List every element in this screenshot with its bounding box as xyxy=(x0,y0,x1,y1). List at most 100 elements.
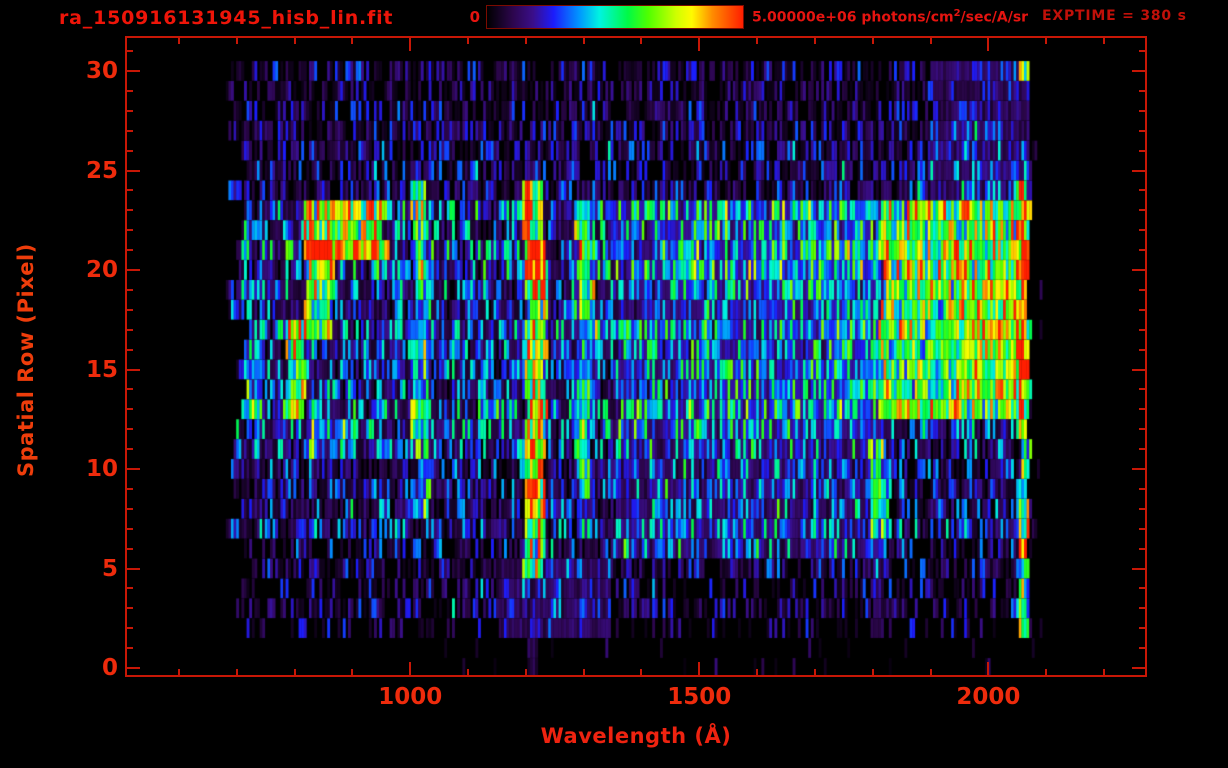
left-axis-tick xyxy=(127,468,140,470)
right-axis-tick xyxy=(1139,627,1145,629)
bottom-axis-tick xyxy=(583,669,585,675)
bottom-axis-tick xyxy=(351,669,353,675)
top-axis-tick xyxy=(351,38,353,44)
y-tick-label: 10 xyxy=(0,456,118,482)
bottom-axis-tick xyxy=(236,669,238,675)
left-axis-tick xyxy=(127,50,133,52)
colorbar-units-prefix: photons/cm xyxy=(861,10,953,26)
y-tick-label: 20 xyxy=(0,257,118,283)
right-axis-tick xyxy=(1132,269,1145,271)
bottom-axis-tick xyxy=(1045,669,1047,675)
top-axis-tick xyxy=(525,38,527,44)
colorbar-max-label: 5.00000e+06 photons/cm2/sec/A/sr xyxy=(752,8,1028,26)
colorbar-units-superscript: 2 xyxy=(954,8,961,19)
right-axis-tick xyxy=(1139,110,1145,112)
right-axis-tick xyxy=(1139,607,1145,609)
bottom-axis-tick xyxy=(409,662,411,675)
y-tick-label: 30 xyxy=(0,58,118,84)
left-axis-tick xyxy=(127,229,133,231)
left-axis-tick xyxy=(127,568,140,570)
right-axis-tick xyxy=(1139,329,1145,331)
x-tick-label: 1500 xyxy=(649,684,749,710)
right-axis-tick xyxy=(1139,249,1145,251)
top-axis-tick xyxy=(1045,38,1047,44)
right-axis-tick xyxy=(1139,50,1145,52)
left-axis-tick xyxy=(127,130,133,132)
spectrogram-heatmap xyxy=(127,38,1145,675)
right-axis-tick xyxy=(1139,428,1145,430)
right-axis-tick xyxy=(1139,488,1145,490)
left-axis-tick xyxy=(127,488,133,490)
left-axis-tick xyxy=(127,408,133,410)
top-axis-tick xyxy=(987,38,989,51)
right-axis-tick xyxy=(1139,647,1145,649)
bottom-axis-tick xyxy=(814,669,816,675)
left-axis-tick xyxy=(127,189,133,191)
left-axis-tick xyxy=(127,249,133,251)
right-axis-tick xyxy=(1139,587,1145,589)
right-axis-tick xyxy=(1139,349,1145,351)
bottom-axis-tick xyxy=(640,669,642,675)
right-axis-tick xyxy=(1139,528,1145,530)
bottom-axis-tick xyxy=(987,662,989,675)
top-axis-tick xyxy=(814,38,816,44)
top-axis-tick xyxy=(698,38,700,51)
top-axis-tick xyxy=(178,38,180,44)
left-axis-tick xyxy=(127,170,140,172)
left-axis-tick xyxy=(127,548,133,550)
bottom-axis-tick xyxy=(930,669,932,675)
y-tick-label: 0 xyxy=(0,655,118,681)
x-tick-label: 1000 xyxy=(360,684,460,710)
top-axis-tick xyxy=(583,38,585,44)
spectrogram-viewer-window: ra_150916131945_hisb_lin.fit 0 5.00000e+… xyxy=(0,0,1228,768)
left-axis-tick xyxy=(127,508,133,510)
left-axis-tick xyxy=(127,528,133,530)
right-axis-tick xyxy=(1139,150,1145,152)
right-axis-tick xyxy=(1139,90,1145,92)
colorbar-min-label: 0 xyxy=(455,8,480,26)
bottom-axis-tick xyxy=(467,669,469,675)
bottom-axis-tick xyxy=(525,669,527,675)
right-axis-tick xyxy=(1139,289,1145,291)
colorbar-units-suffix: /sec/A/sr xyxy=(961,10,1029,26)
right-axis-tick xyxy=(1139,209,1145,211)
left-axis-tick xyxy=(127,667,140,669)
left-axis-tick xyxy=(127,110,133,112)
right-axis-tick xyxy=(1139,408,1145,410)
right-axis-tick xyxy=(1132,568,1145,570)
left-axis-tick xyxy=(127,388,133,390)
left-axis-tick xyxy=(127,90,133,92)
colorbar-max-value: 5.00000e+06 xyxy=(752,10,861,26)
top-axis-tick xyxy=(640,38,642,44)
right-axis-tick xyxy=(1139,229,1145,231)
bottom-axis-tick xyxy=(872,669,874,675)
left-axis-tick xyxy=(127,607,133,609)
left-axis-tick xyxy=(127,209,133,211)
right-axis-tick xyxy=(1132,369,1145,371)
right-axis-tick xyxy=(1132,667,1145,669)
left-axis-tick xyxy=(127,309,133,311)
right-axis-tick xyxy=(1132,170,1145,172)
right-axis-tick xyxy=(1139,130,1145,132)
right-axis-tick xyxy=(1139,548,1145,550)
bottom-axis-tick xyxy=(756,669,758,675)
right-axis-tick xyxy=(1139,309,1145,311)
colorbar-gradient xyxy=(486,5,744,29)
left-axis-tick xyxy=(127,150,133,152)
y-tick-label: 15 xyxy=(0,357,118,383)
top-axis-tick xyxy=(409,38,411,51)
left-axis-tick xyxy=(127,448,133,450)
plot-frame xyxy=(125,36,1147,677)
right-axis-tick xyxy=(1139,388,1145,390)
filename-title: ra_150916131945_hisb_lin.fit xyxy=(59,7,393,29)
top-axis-tick xyxy=(294,38,296,44)
x-axis-title: Wavelength (Å) xyxy=(436,724,836,748)
x-tick-label: 2000 xyxy=(938,684,1038,710)
exptime-label: EXPTIME = 380 s xyxy=(1042,8,1187,24)
top-axis-tick xyxy=(756,38,758,44)
right-axis-tick xyxy=(1132,70,1145,72)
bottom-axis-tick xyxy=(698,662,700,675)
top-axis-tick xyxy=(236,38,238,44)
left-axis-tick xyxy=(127,329,133,331)
right-axis-tick xyxy=(1139,189,1145,191)
